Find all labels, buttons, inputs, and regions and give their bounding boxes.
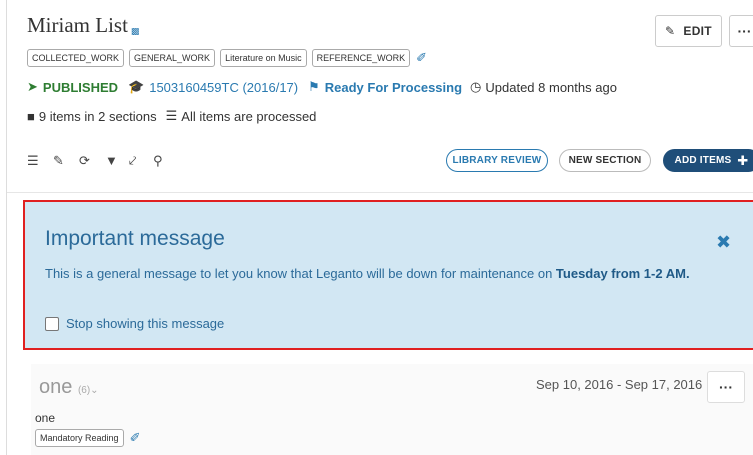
book-icon: ■	[27, 108, 35, 124]
stop-showing-checkbox[interactable]: Stop showing this message	[45, 316, 224, 331]
add-items-label: ADD ITEMS	[674, 155, 732, 166]
plus-icon: ✚	[737, 152, 749, 168]
add-items-button[interactable]: ADD ITEMS ✚	[663, 149, 753, 172]
section-title[interactable]: one (6)⌄	[39, 376, 99, 399]
refresh-icon[interactable]: ⟳	[79, 153, 90, 169]
tag[interactable]: GENERAL_WORK	[129, 49, 216, 67]
library-review-button[interactable]: LIBRARY REVIEW	[446, 149, 548, 172]
section-count: (6)	[77, 385, 91, 396]
tag-list: COLLECTED_WORK GENERAL_WORK Literature o…	[27, 49, 427, 67]
more-label: ···	[737, 23, 752, 39]
section-more-button[interactable]: ···	[707, 371, 745, 403]
list-view-icon[interactable]: ☰	[27, 153, 39, 169]
library-review-label: LIBRARY REVIEW	[452, 155, 542, 166]
edit-tags-pencil-icon[interactable]: ✐	[416, 50, 427, 66]
list-icon: ☰	[165, 108, 178, 123]
close-icon[interactable]: ✖	[716, 232, 731, 253]
new-section-label: NEW SECTION	[568, 155, 642, 166]
tag[interactable]: COLLECTED_WORK	[27, 49, 125, 67]
message-body-bold: Tuesday from 1-2 AM.	[555, 266, 690, 281]
important-message-banner: Important message ✖ This is a general me…	[23, 200, 753, 350]
list-toolbar: ☰ ✎ ⟳ ▼ ⤦ ⚲ LIBRARY REVIEW NEW SECTION A…	[27, 149, 753, 177]
updated-text: Updated 8 months ago	[485, 79, 617, 95]
divider	[7, 192, 753, 193]
collapse-icon[interactable]: ⤦	[129, 153, 136, 169]
section-name: one	[39, 376, 73, 398]
items-summary: ■ 9 items in 2 sections ☰ All items are …	[27, 108, 316, 124]
graduation-cap-icon: 🎓	[128, 79, 145, 94]
external-link-icon[interactable]: ▩	[131, 26, 140, 36]
more-actions-button[interactable]: ···	[729, 15, 753, 47]
edit-section-tags-pencil-icon[interactable]: ✐	[130, 430, 141, 446]
flag-icon: ⚑	[308, 79, 320, 94]
section-more-label: ···	[719, 379, 733, 395]
section-tag[interactable]: Mandatory Reading	[35, 429, 124, 447]
items-count: 9 items in 2 sections	[38, 108, 157, 124]
search-icon[interactable]: ⚲	[153, 153, 163, 169]
section-description: one	[35, 411, 56, 425]
edit-button[interactable]: ✎ EDIT	[655, 15, 722, 47]
reading-list-panel: Miriam List ▩ ✎ EDIT ··· COLLECTED_WORK G…	[6, 0, 753, 455]
chevron-down-icon[interactable]: ⌄	[90, 385, 98, 396]
message-title: Important message	[45, 227, 225, 250]
tag[interactable]: Literature on Music	[220, 49, 307, 67]
section-tag-list: Mandatory Reading ✐	[35, 429, 140, 447]
checkbox[interactable]	[45, 316, 59, 331]
filter-icon[interactable]: ▼	[105, 153, 118, 168]
message-body: This is a general message to let you kno…	[45, 264, 715, 283]
list-title: Miriam List ▩	[27, 13, 139, 38]
stop-showing-label: Stop showing this message	[66, 316, 225, 331]
published-status[interactable]: PUBLISHED	[43, 80, 118, 95]
tag[interactable]: REFERENCE_WORK	[311, 49, 411, 67]
list-title-text: Miriam List	[27, 13, 128, 37]
message-content: Important message ✖ This is a general me…	[29, 206, 749, 344]
send-icon: ➤	[27, 79, 38, 94]
message-body-text: This is a general message to let you kno…	[45, 266, 556, 281]
status-line: ➤ PUBLISHED 🎓 1503160459TC (2016/17) ⚑ R…	[27, 79, 617, 95]
edit-button-label: EDIT	[683, 24, 712, 38]
section-dates: Sep 10, 2016 - Sep 17, 2016	[536, 377, 703, 392]
edit-note-icon[interactable]: ✎	[53, 153, 64, 169]
section-card: one (6)⌄ Sep 10, 2016 - Sep 17, 2016 ···…	[31, 364, 753, 455]
processed-text: All items are processed	[181, 108, 317, 124]
new-section-button[interactable]: NEW SECTION	[559, 149, 651, 172]
clock-icon: ◷	[470, 79, 482, 94]
pencil-icon: ✎	[665, 24, 676, 38]
processing-status[interactable]: Ready For Processing	[325, 80, 462, 95]
course-link[interactable]: 1503160459TC (2016/17)	[149, 80, 298, 95]
